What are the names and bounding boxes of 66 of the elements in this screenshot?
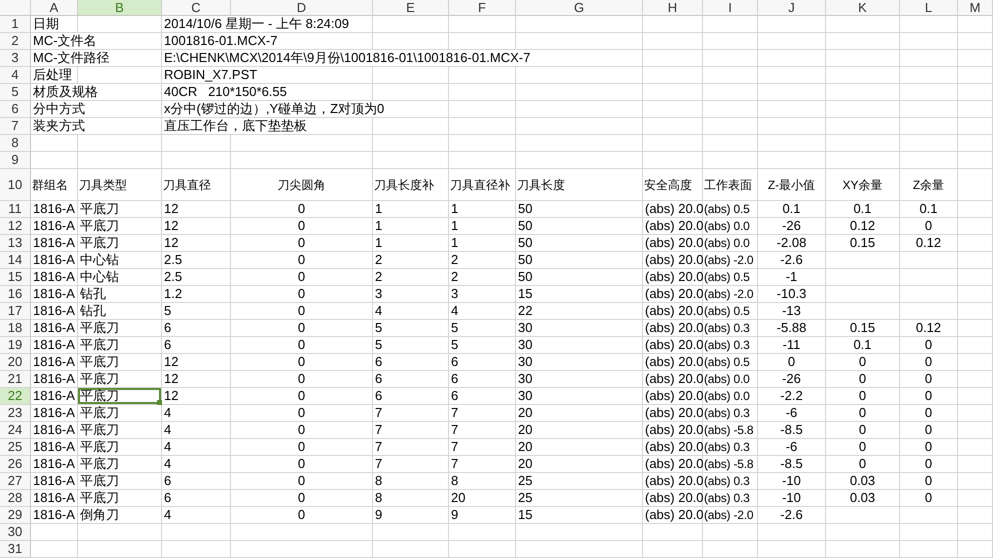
column-header[interactable]: K <box>826 0 900 16</box>
column-header[interactable]: A <box>31 0 78 16</box>
table-cell: (abs) 20.0 <box>643 269 703 286</box>
table-cell: (abs) 20.0 <box>643 490 703 507</box>
row-header[interactable]: 16 <box>0 286 31 303</box>
row-header[interactable]: 10 <box>0 169 31 201</box>
column-header[interactable]: F <box>449 0 516 16</box>
table-cell: (abs) 20.0 <box>643 388 703 405</box>
row-header[interactable]: 19 <box>0 337 31 354</box>
row-header[interactable]: 5 <box>0 84 31 101</box>
row-header[interactable]: 20 <box>0 354 31 371</box>
row-header[interactable]: 24 <box>0 422 31 439</box>
row-header[interactable]: 27 <box>0 473 31 490</box>
table-cell: (abs) 20.0 <box>643 354 703 371</box>
column-header[interactable]: M <box>958 0 993 16</box>
row-header[interactable]: 8 <box>0 135 31 152</box>
row-header[interactable]: 11 <box>0 201 31 218</box>
row-header[interactable]: 17 <box>0 303 31 320</box>
column-header[interactable]: H <box>643 0 703 16</box>
row-header[interactable]: 12 <box>0 218 31 235</box>
column-header[interactable]: L <box>900 0 958 16</box>
row-header[interactable]: 31 <box>0 541 31 558</box>
table-cell: (abs) 20.0 <box>643 337 703 354</box>
row-header[interactable]: 4 <box>0 67 31 84</box>
row-header[interactable]: 2 <box>0 33 31 50</box>
table-cell: 平底刀 <box>78 388 162 405</box>
table-cell: (abs) 20.0 <box>643 235 703 252</box>
row-header[interactable]: 9 <box>0 152 31 169</box>
table-cell: (abs) 20.0 <box>643 456 703 473</box>
row-header[interactable]: 3 <box>0 50 31 67</box>
row-header[interactable]: 29 <box>0 507 31 524</box>
table-cell: (abs) 20.0 <box>643 507 703 524</box>
row-header[interactable]: 25 <box>0 439 31 456</box>
row-header[interactable]: 7 <box>0 118 31 135</box>
row-header[interactable]: 22 <box>0 388 31 405</box>
fill-handle[interactable] <box>157 400 162 405</box>
table-cell: (abs) 20.0 <box>643 405 703 422</box>
column-header[interactable]: J <box>758 0 826 16</box>
row-header[interactable]: 15 <box>0 269 31 286</box>
row-header[interactable]: 13 <box>0 235 31 252</box>
table-cell: (abs) 20.0 <box>643 473 703 490</box>
table-cell: (abs) 20.0 <box>643 320 703 337</box>
row-header[interactable]: 26 <box>0 456 31 473</box>
table-cell: (abs) 20.0 <box>643 201 703 218</box>
row-header[interactable]: 21 <box>0 371 31 388</box>
table-cell: (abs) 20.0 <box>643 218 703 235</box>
row-header[interactable]: 28 <box>0 490 31 507</box>
row-header[interactable]: 1 <box>0 16 31 33</box>
column-header[interactable]: E <box>373 0 449 16</box>
table-cell: (abs) 20.0 <box>643 286 703 303</box>
select-all-corner[interactable] <box>0 0 31 16</box>
table-cell: (abs) 20.0 <box>643 252 703 269</box>
row-header[interactable]: 23 <box>0 405 31 422</box>
table-cell: (abs) 20.0 <box>643 439 703 456</box>
table-cell: (abs) 20.0 <box>643 303 703 320</box>
row-header[interactable]: 14 <box>0 252 31 269</box>
row-header[interactable]: 18 <box>0 320 31 337</box>
column-header[interactable]: D <box>231 0 373 16</box>
column-header[interactable]: G <box>516 0 643 16</box>
row-header[interactable]: 6 <box>0 101 31 118</box>
table-cell: (abs) 20.0 <box>643 371 703 388</box>
column-header[interactable]: I <box>703 0 758 16</box>
row-header[interactable]: 30 <box>0 524 31 541</box>
column-header[interactable]: C <box>162 0 231 16</box>
column-header[interactable]: B <box>78 0 162 16</box>
table-cell: (abs) 20.0 <box>643 422 703 439</box>
